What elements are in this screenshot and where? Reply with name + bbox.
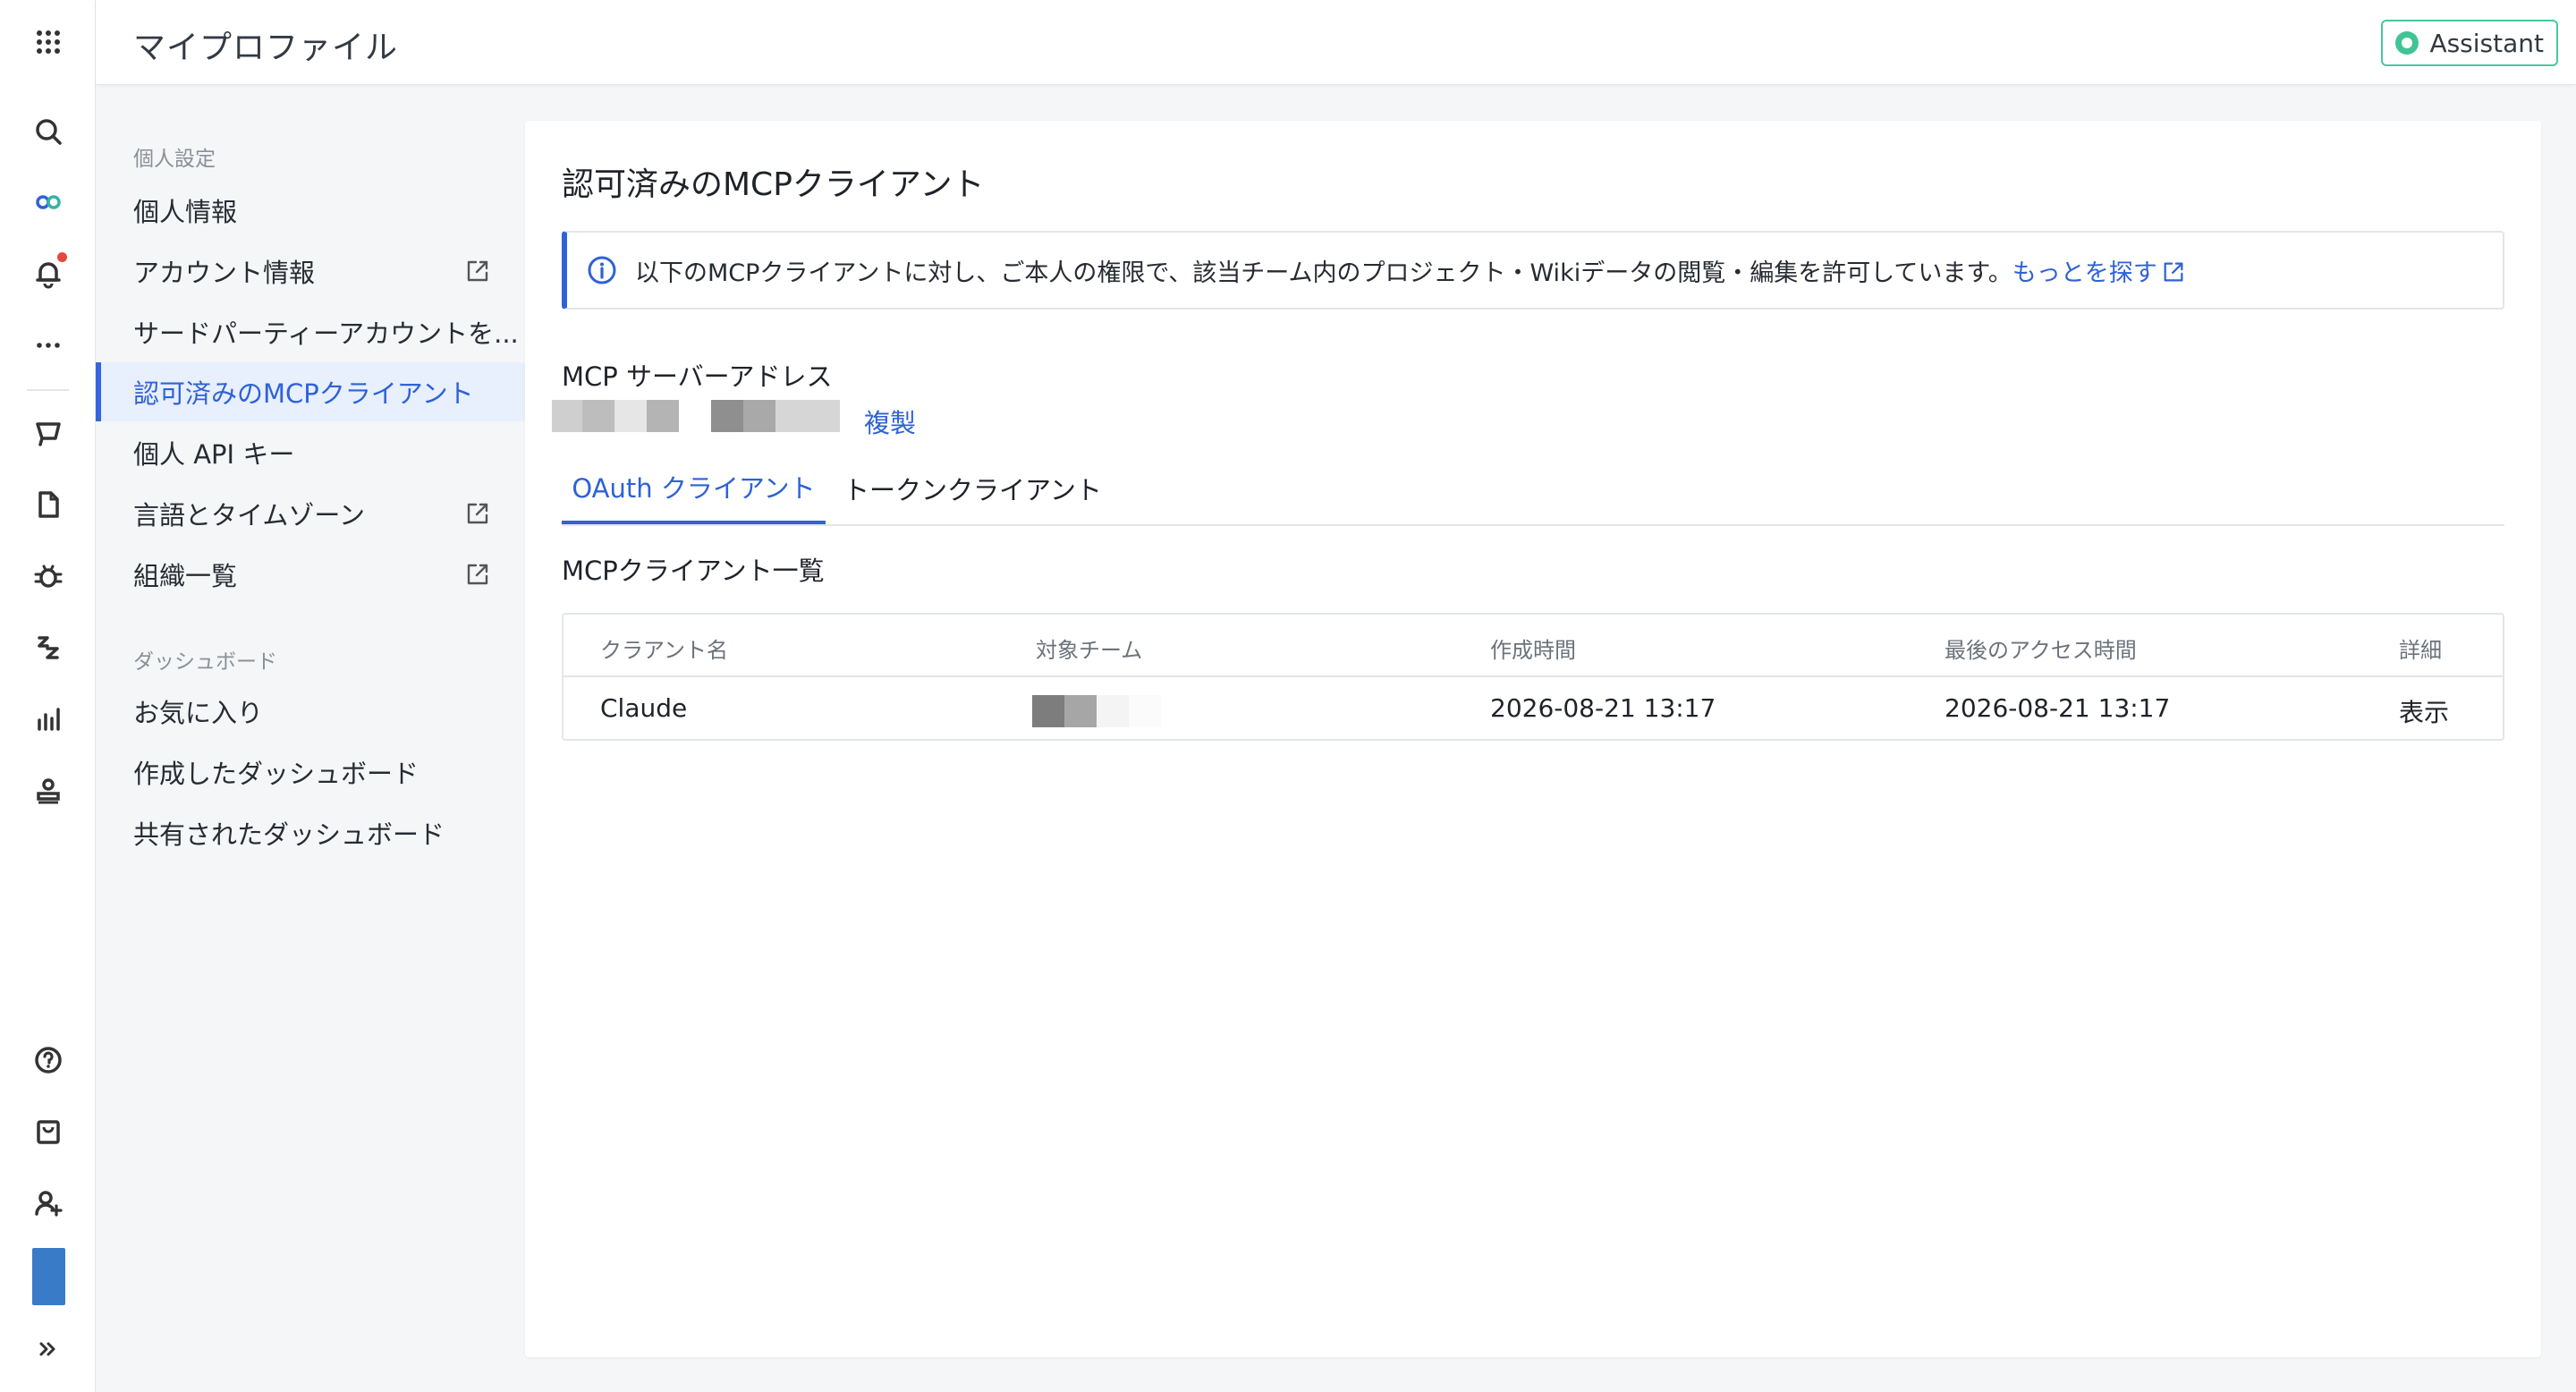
search-icon[interactable] <box>0 105 96 158</box>
tabs-divider <box>562 524 2504 526</box>
more-dots-icon[interactable] <box>0 318 96 372</box>
client-name-cell: Claude <box>600 693 688 723</box>
infinity-icon[interactable] <box>0 175 96 229</box>
bag-icon[interactable] <box>0 1105 96 1159</box>
column-header-last-access: 最後のアクセス時間 <box>1945 638 2137 663</box>
info-icon <box>588 256 616 284</box>
tab-token-clients[interactable]: トークンクライアント <box>843 452 1102 525</box>
view-details-link[interactable]: 表示 <box>2399 693 2449 729</box>
column-header-created: 作成時間 <box>1490 638 1576 663</box>
sidebar-item-account-info[interactable]: アカウント情報 <box>96 242 525 301</box>
sidebar-item-label: サードパーティーアカウントを... <box>133 318 519 349</box>
rail-divider <box>27 389 69 391</box>
learn-more-label: もっとを探す <box>2012 259 2157 287</box>
info-banner: 以下のMCPクライアントに対し、ご本人の権限で、該当チーム内のプロジェクト・Wi… <box>562 231 2504 310</box>
assistant-icon <box>2395 31 2419 55</box>
last-access-cell: 2026-08-21 13:17 <box>1945 693 2171 723</box>
sidebar-item-language-timezone[interactable]: 言語とタイムゾーン <box>96 484 525 543</box>
sidebar-item-label: 認可済みのMCPクライアント <box>133 378 474 409</box>
sleep-icon[interactable] <box>0 621 96 675</box>
sidebar-item-label: 言語とタイムゾーン <box>133 500 365 530</box>
top-header: マイプロファイル Assistant <box>96 0 2576 85</box>
sidebar-item-label: 個人 API キー <box>133 439 295 470</box>
help-icon[interactable] <box>0 1033 96 1087</box>
table-header: クラアント名 対象チーム 作成時間 最後のアクセス時間 詳細 <box>564 615 2503 677</box>
sidebar-item-label: アカウント情報 <box>133 258 316 288</box>
sidebar-item-label: 組織一覧 <box>133 561 238 591</box>
expand-icon[interactable] <box>0 1322 96 1376</box>
page-title: マイプロファイル <box>133 30 399 66</box>
stamp-icon[interactable] <box>0 764 96 818</box>
add-user-icon[interactable] <box>0 1176 96 1230</box>
copy-button[interactable]: 複製 <box>864 403 916 440</box>
assistant-label: Assistant <box>2429 28 2544 58</box>
bell-icon[interactable] <box>0 247 96 301</box>
chart-icon[interactable] <box>0 692 96 746</box>
notification-dot <box>57 252 67 262</box>
sidebar-item-label: 共有されたダッシュボード <box>133 819 445 850</box>
icon-rail <box>0 0 96 1392</box>
sidebar-item-mcp-clients[interactable]: 認可済みのMCPクライアント <box>96 362 525 421</box>
section-dashboard: ダッシュボード <box>133 650 277 674</box>
external-link-icon <box>2164 262 2183 281</box>
tab-label: OAuth クライアント <box>572 472 816 504</box>
document-icon[interactable] <box>0 478 96 531</box>
server-address-value <box>552 400 840 432</box>
sidebar-item-favorites[interactable]: お気に入り <box>96 682 525 741</box>
sidebar-item-label: 作成したダッシュボード <box>133 759 419 789</box>
section-personal-settings: 個人設定 <box>133 148 216 171</box>
column-header-details: 詳細 <box>2399 638 2442 663</box>
assistant-button[interactable]: Assistant <box>2381 20 2558 66</box>
tab-label: トークンクライアント <box>843 475 1102 505</box>
sidebar-item-label: お気に入り <box>133 698 264 728</box>
column-header-client-name: クラアント名 <box>600 638 729 663</box>
external-link-icon <box>467 564 488 585</box>
info-text: 以下のMCPクライアントに対し、ご本人の権限で、該当チーム内のプロジェクト・Wi… <box>635 259 2012 287</box>
settings-sidebar: 個人設定 個人情報 アカウント情報 サードパーティーアカウントを... 認可済み… <box>96 86 525 1392</box>
sidebar-item-label: 個人情報 <box>133 197 238 227</box>
sidebar-item-api-key[interactable]: 個人 API キー <box>96 423 525 482</box>
board-icon[interactable] <box>0 406 96 460</box>
client-list-title: MCPクライアント一覧 <box>562 556 825 586</box>
apps-grid-icon[interactable] <box>0 15 96 69</box>
external-link-icon <box>467 260 488 282</box>
column-header-team: 対象チーム <box>1036 638 1143 663</box>
sidebar-item-organizations[interactable]: 組織一覧 <box>96 545 525 604</box>
main-card: 認可済みのMCPクライアント 以下のMCPクライアントに対し、ご本人の権限で、該… <box>525 121 2541 1357</box>
bug-icon[interactable] <box>0 549 96 603</box>
external-link-icon <box>467 503 488 524</box>
tab-oauth-clients[interactable]: OAuth クライアント <box>562 452 826 525</box>
sidebar-item-third-party-accounts[interactable]: サードパーティーアカウントを... <box>96 302 525 361</box>
sidebar-item-shared-dashboards[interactable]: 共有されたダッシュボード <box>96 803 525 862</box>
sidebar-item-personal-info[interactable]: 個人情報 <box>96 181 525 240</box>
avatar[interactable] <box>32 1248 65 1305</box>
section-title: 認可済みのMCPクライアント <box>562 166 985 203</box>
learn-more-link[interactable]: もっとを探す <box>2012 253 2186 288</box>
created-time-cell: 2026-08-21 13:17 <box>1490 693 1716 723</box>
team-cell <box>1032 695 1161 727</box>
sidebar-item-created-dashboards[interactable]: 作成したダッシュボード <box>96 743 525 802</box>
client-table: クラアント名 対象チーム 作成時間 最後のアクセス時間 詳細 Claude 20… <box>562 613 2504 741</box>
server-address-label: MCP サーバーアドレス <box>562 361 833 392</box>
